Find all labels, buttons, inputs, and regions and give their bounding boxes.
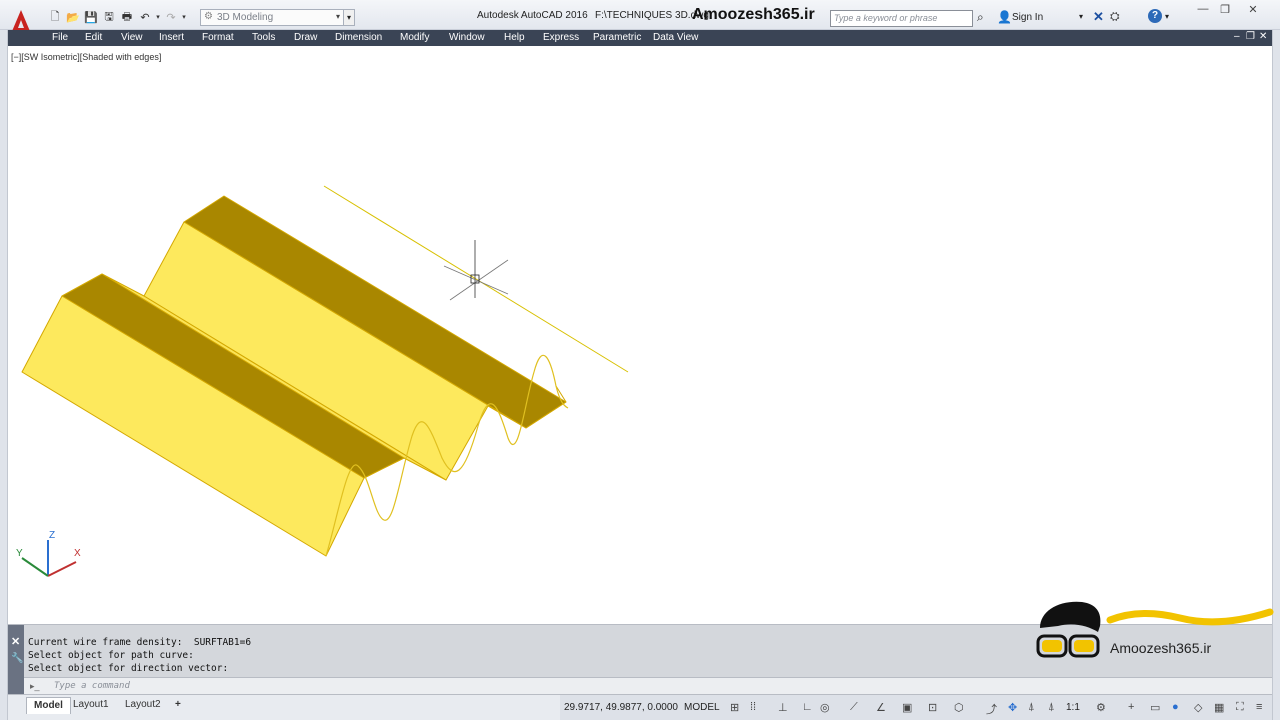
undo-icon[interactable]: ↶ [136,9,154,25]
ortho-icon[interactable]: ∟ [802,701,813,713]
infer-constraints-icon[interactable]: ⊥ [778,701,788,714]
polar-icon[interactable]: ◎ [820,701,830,714]
menu-window[interactable]: Window [449,32,485,43]
crosshair-cursor [443,240,509,301]
customization-icon[interactable]: ≡ [1256,701,1262,713]
minimize-icon[interactable]: — [1192,3,1214,19]
isolate-objects-icon[interactable]: ◇ [1194,701,1202,714]
annotation-monitor-icon[interactable]: + [1128,701,1134,713]
chevron-down-icon[interactable]: ▾ [1165,12,1169,21]
menu-view[interactable]: View [121,32,143,43]
model-space-button[interactable]: MODEL [684,702,720,713]
clean-screen-icon[interactable]: ⛶ [1236,701,1244,714]
maximize-icon[interactable]: ❐ [1214,3,1236,19]
command-prompt-icon[interactable]: ▸_ [30,681,40,692]
annotation-scale[interactable]: 1:1 [1066,702,1080,713]
command-input[interactable]: ▸_ Type a command [24,677,1272,695]
grid-icon[interactable]: ⊞ [730,701,739,714]
quick-properties-icon[interactable]: ● [1172,701,1179,713]
command-history-line: Select object for path curve: [28,650,194,661]
tab-layout1[interactable]: Layout1 [66,697,116,714]
dynamic-ucs-icon[interactable]: ⬡ [954,701,964,714]
menu-tools[interactable]: Tools [252,32,275,43]
tab-layout2[interactable]: Layout2 [118,697,168,714]
print-icon[interactable]: 🖶 [118,9,136,25]
wrench-icon[interactable]: 🔧 [11,653,23,664]
command-placeholder: Type a command [54,681,130,691]
user-icon[interactable]: 👤 [997,10,1012,24]
customize-qat-button[interactable]: ▾ [343,9,355,26]
tab-model[interactable]: Model [26,697,71,714]
menu-format[interactable]: Format [202,32,234,43]
drawing-canvas[interactable]: Z X Y [8,46,1272,624]
coordinates-readout[interactable]: 29.9717, 49.9877, 0.0000 [564,702,678,713]
help-icon[interactable]: ? [1148,9,1162,23]
sign-in-button[interactable]: Sign In [1012,12,1043,23]
ucs-icon: Z X Y [16,530,81,577]
add-layout-button[interactable]: + [168,697,188,714]
doc-close-icon[interactable]: ✕ [1259,31,1267,42]
menu-edit[interactable]: Edit [85,32,102,43]
hardware-acceleration-icon[interactable]: ▦ [1214,701,1224,714]
save-icon[interactable]: 💾 [82,9,100,25]
doc-minimize-icon[interactable]: – [1234,31,1240,42]
logo-text: Amoozesh365.ir [1110,640,1212,656]
exchange-apps-icon[interactable]: ✕ [1093,9,1104,25]
menu-modify[interactable]: Modify [400,32,429,43]
snap-icon[interactable]: ⁞⁞ [750,701,756,713]
autocad-window: 🗋 📂 💾 🖫 🖶 ↶ ▾ ↷ ▾ ⚙ 3D Modeling ▾ ▾ Auto… [0,0,1280,720]
menu-draw[interactable]: Draw [294,32,317,43]
open-icon[interactable]: 📂 [64,9,82,25]
close-icon[interactable]: ✕ [1242,3,1264,19]
menu-data-view[interactable]: Data View [653,32,698,43]
command-history-line: Current wire frame density: SURFTAB1=6 [28,637,252,648]
a360-icon[interactable]: ⛭ [1110,9,1120,24]
workspace-switching-icon[interactable]: ⚙ [1096,701,1106,714]
gear-icon: ⚙ [204,11,213,22]
object-snap-tracking-icon[interactable]: ∠ [876,701,886,714]
chevron-down-icon[interactable]: ▾ [1079,12,1083,21]
menu-dimension[interactable]: Dimension [335,32,382,43]
object-snap-icon[interactable]: ▣ [902,701,912,714]
amoozesh-logo [1036,601,1274,658]
ucs-x-label: X [74,548,81,559]
units-icon[interactable]: ▭ [1150,701,1160,714]
isodraft-icon[interactable]: ⟋ [850,701,858,714]
menu-insert[interactable]: Insert [159,32,184,43]
command-side-bar: ✕ 🔧 [8,625,24,695]
selection-filter-icon[interactable]: ⤴ [986,701,997,717]
tabulated-surface[interactable] [21,195,567,557]
left-frame [0,30,8,720]
workspace-dropdown[interactable]: ⚙ 3D Modeling ▾ [200,9,344,26]
3d-osnap-icon[interactable]: ⊡ [928,701,937,714]
menu-express[interactable]: Express [543,32,579,43]
title-bar: 🗋 📂 💾 🖫 🖶 ↶ ▾ ↷ ▾ ⚙ 3D Modeling ▾ ▾ Auto… [0,0,1280,36]
new-icon[interactable]: 🗋 [46,9,64,25]
menu-file[interactable]: File [52,32,68,43]
undo-dropdown-icon[interactable]: ▾ [154,9,162,25]
close-icon[interactable]: ✕ [11,635,20,648]
search-input[interactable]: Type a keyword or phrase [830,10,973,27]
ucs-z-label: Z [49,530,55,541]
menu-parametric[interactable]: Parametric [593,32,641,43]
menu-help[interactable]: Help [504,32,525,43]
gizmo-icon[interactable]: ✥ [1008,701,1017,714]
app-title: Autodesk AutoCAD 2016 [477,10,588,21]
quick-access-toolbar: 🗋 📂 💾 🖫 🖶 ↶ ▾ ↷ ▾ [46,9,188,25]
menu-bar: File Edit View Insert Format Tools Draw … [8,30,1272,46]
redo-icon[interactable]: ↷ [162,9,180,25]
ucs-y-label: Y [16,548,23,559]
save-as-icon[interactable]: 🖫 [100,9,118,25]
chevron-down-icon: ▾ [335,12,340,21]
command-history-line: Select object for direction vector: [28,663,229,674]
doc-restore-icon[interactable]: ❐ [1246,31,1255,42]
status-bar: Model Layout1 Layout2 + 29.9717, 49.9877… [8,694,1272,720]
workspace-label: 3D Modeling [217,12,274,23]
annotation-visibility-icon[interactable]: ⍋ [1028,701,1035,714]
drawing-viewport[interactable]: [−][SW Isometric][Shaded with edges] Z X… [8,46,1272,624]
watermark-text: Amoozesh365.ir [692,6,815,23]
binoculars-icon[interactable]: ⌕ [977,10,984,25]
redo-dropdown-icon[interactable]: ▾ [180,9,188,25]
auto-scale-icon[interactable]: ⍋ [1048,701,1055,714]
